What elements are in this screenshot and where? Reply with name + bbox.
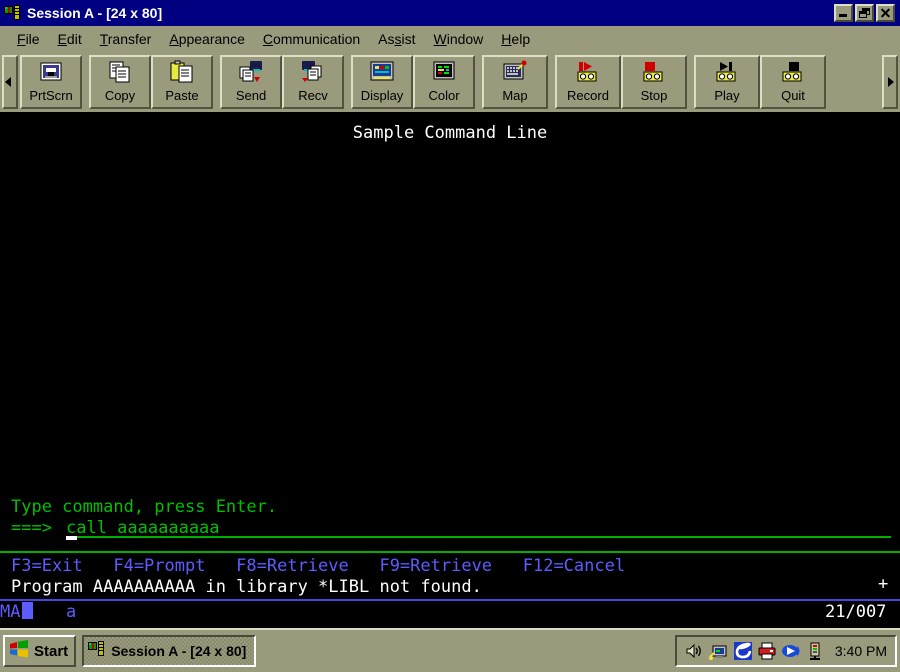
close-button[interactable]: [876, 4, 895, 22]
map-label: Map: [502, 88, 528, 103]
prtscrn-label: PrtScrn: [29, 88, 73, 103]
function-key-line: F3=Exit F4=Prompt F8=Retrieve F9=Retriev…: [11, 556, 626, 576]
stop-icon: [640, 60, 668, 86]
start-button[interactable]: Start: [3, 635, 77, 667]
play-label: Play: [714, 88, 740, 103]
screen-divider-top: [0, 551, 900, 553]
copy-button[interactable]: Copy: [89, 55, 151, 109]
close-icon: [878, 6, 893, 20]
prompt-instruction: Type command, press Enter.: [11, 497, 278, 517]
record-label: Record: [567, 88, 609, 103]
prtscrn-button[interactable]: PrtScrn: [20, 55, 82, 109]
internet-explorer-icon[interactable]: [733, 641, 753, 661]
minimize-button[interactable]: [834, 4, 853, 22]
more-indicator: +: [878, 574, 889, 594]
terminal-screen[interactable]: Sample Command Line Type command, press …: [0, 112, 900, 628]
toolbar-group-macro-rec: Record Stop: [555, 55, 687, 109]
display-button[interactable]: Display: [351, 55, 413, 109]
menu-transfer[interactable]: Transfer: [91, 29, 161, 49]
stop-button[interactable]: Stop: [621, 55, 687, 109]
text-cursor: [66, 536, 77, 540]
input-indicator: a: [66, 602, 77, 622]
play-button[interactable]: Play: [694, 55, 760, 109]
screen-divider-oia: [0, 599, 900, 601]
taskbar-item-session-a[interactable]: Session A - [24 x 80]: [82, 635, 257, 667]
restore-button[interactable]: [855, 4, 874, 22]
device-icon[interactable]: [805, 641, 825, 661]
paste-label: Paste: [165, 88, 199, 103]
color-icon: [430, 60, 458, 86]
message-line: Program AAAAAAAAAA in library *LIBL not …: [11, 577, 482, 597]
toolbar-scroll-left[interactable]: [2, 55, 18, 109]
copy-label: Copy: [104, 88, 136, 103]
toolbar-scroll-right[interactable]: [882, 55, 898, 109]
toolbar-group-clipboard: Copy Paste: [89, 55, 213, 109]
recv-label: Recv: [298, 88, 328, 103]
windows-logo-icon: [8, 639, 30, 664]
toolbar-group-map: Map: [482, 55, 548, 109]
cursor-position: 21/007: [825, 602, 887, 622]
desktop: Session A - [24 x 80] File Edit Transfer…: [0, 0, 900, 672]
network-monitor-icon[interactable]: [708, 641, 729, 661]
screen-title: Sample Command Line: [352, 123, 548, 143]
taskbar: Start Session A - [24 x 80] 3:40 PM: [0, 628, 900, 672]
taskbar-item-label: Session A - [24 x 80]: [111, 643, 247, 659]
copy-icon: [106, 60, 134, 86]
send-button[interactable]: Send: [220, 55, 282, 109]
quit-button[interactable]: Quit: [760, 55, 826, 109]
title-bar[interactable]: Session A - [24 x 80]: [0, 0, 900, 26]
receive-icon: [299, 60, 327, 86]
oia-cursor-block: [22, 602, 33, 619]
map-button[interactable]: Map: [482, 55, 548, 109]
toolbar-group-print: PrtScrn: [20, 55, 82, 109]
menu-communication[interactable]: Communication: [254, 29, 369, 49]
toolbar: PrtScrn Copy Paste Send Recv Display Col…: [0, 52, 900, 112]
record-button[interactable]: Record: [555, 55, 621, 109]
menu-bar: File Edit Transfer Appearance Communicat…: [0, 26, 900, 52]
print-screen-icon: [37, 60, 65, 86]
menu-appearance[interactable]: Appearance: [160, 29, 254, 49]
toolbar-group-macro-play: Play Quit: [694, 55, 826, 109]
menu-assist[interactable]: Assist: [369, 29, 424, 49]
window-title: Session A - [24 x 80]: [27, 5, 163, 21]
stop-label: Stop: [640, 88, 668, 103]
display-icon: [368, 60, 396, 86]
session-icon: [4, 4, 22, 22]
menu-file[interactable]: File: [8, 29, 49, 49]
send-label: Send: [235, 88, 267, 103]
toolbar-group-appearance: Display Color: [351, 55, 475, 109]
taskbar-clock: 3:40 PM: [834, 643, 887, 659]
recv-button[interactable]: Recv: [282, 55, 344, 109]
color-button[interactable]: Color: [413, 55, 475, 109]
paste-button[interactable]: Paste: [151, 55, 213, 109]
minimize-icon: [839, 14, 847, 17]
volume-icon[interactable]: [685, 641, 705, 661]
menu-edit[interactable]: Edit: [49, 29, 91, 49]
display-label: Display: [360, 88, 404, 103]
quit-label: Quit: [781, 88, 805, 103]
printer-icon[interactable]: [757, 641, 777, 661]
session-window: Session A - [24 x 80] File Edit Transfer…: [0, 0, 900, 628]
menu-help[interactable]: Help: [492, 29, 539, 49]
quit-icon: [779, 60, 807, 86]
session-icon: [88, 640, 106, 663]
system-tray: 3:40 PM: [674, 635, 897, 667]
keyboard-map-icon: [501, 60, 529, 86]
color-label: Color: [428, 88, 460, 103]
send-icon: [237, 60, 265, 86]
window-controls: [834, 4, 898, 22]
command-input-underline: [66, 536, 891, 538]
record-icon: [574, 60, 602, 86]
play-icon: [713, 60, 741, 86]
paste-icon: [168, 60, 196, 86]
toolbar-group-transfer: Send Recv: [220, 55, 344, 109]
start-label: Start: [34, 642, 69, 660]
menu-window[interactable]: Window: [424, 29, 492, 49]
media-player-icon[interactable]: [781, 641, 801, 661]
